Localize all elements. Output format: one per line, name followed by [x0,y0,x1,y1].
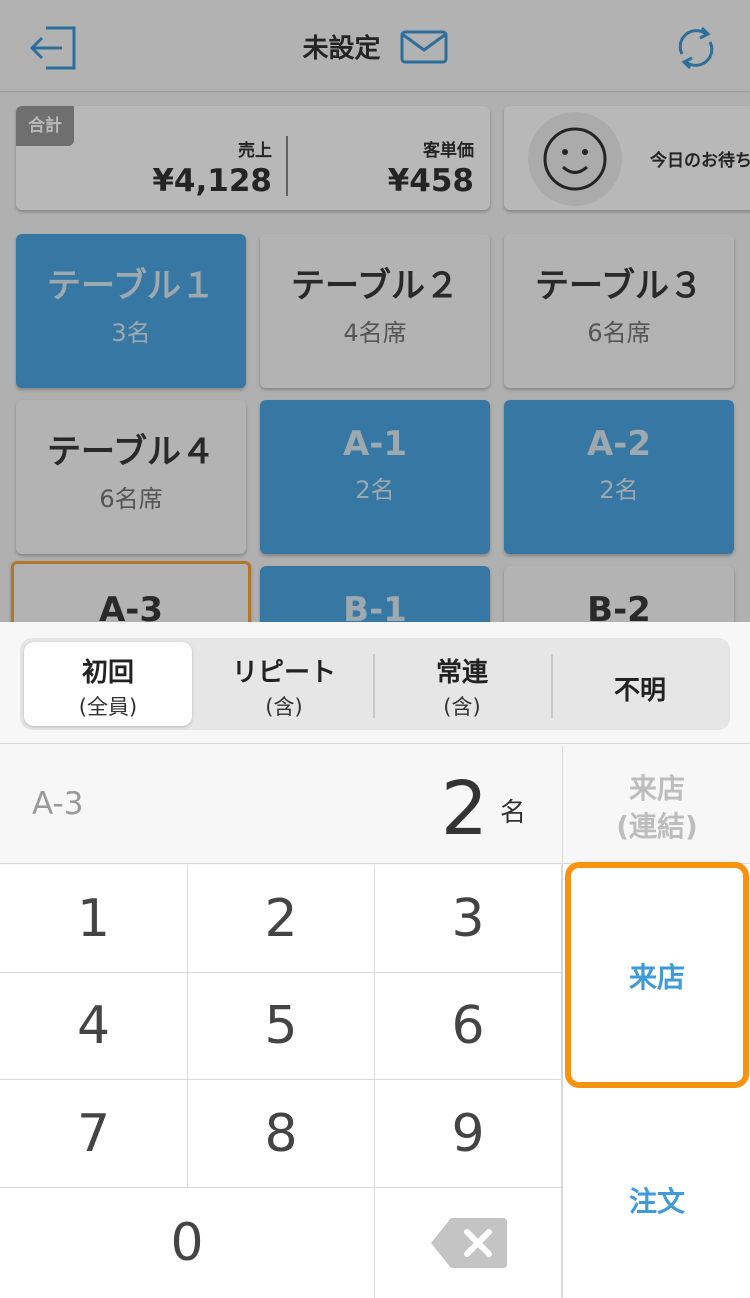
guest-entry-sheet: 初回 (全員) リピート (含) 常連 (含) 不明 A-3 2 名 1 2 3 [0,622,750,1298]
backspace-icon [431,1218,507,1268]
segment-regular[interactable]: 常連 (含) [378,642,546,726]
segment-repeat[interactable]: リピート (含) [200,642,368,726]
key-4[interactable]: 4 [0,973,188,1080]
key-6[interactable]: 6 [375,973,562,1080]
visit-button[interactable]: 来店 [565,862,749,1088]
customer-type-bar: 初回 (全員) リピート (含) 常連 (含) 不明 [0,622,750,744]
key-7[interactable]: 7 [0,1080,188,1188]
key-0[interactable]: 0 [0,1188,375,1298]
key-9[interactable]: 9 [375,1080,562,1188]
selected-table-name: A-3 [32,786,84,822]
segment-sublabel: (全員) [78,695,138,719]
customer-type-segmented-control: 初回 (全員) リピート (含) 常連 (含) 不明 [20,638,730,730]
visit-linked-sublabel: (連結) [616,810,698,843]
order-button[interactable]: 注文 [563,1088,750,1298]
guest-count-display: A-3 2 名 [0,746,562,864]
key-1[interactable]: 1 [0,865,188,973]
segment-unknown[interactable]: 不明 [556,642,724,726]
key-8[interactable]: 8 [188,1080,375,1188]
key-2[interactable]: 2 [188,865,375,973]
key-3[interactable]: 3 [375,865,562,973]
guest-count-unit: 名 [499,798,526,828]
segment-label: 不明 [613,676,666,706]
segment-divider [551,654,553,718]
key-5[interactable]: 5 [188,973,375,1080]
modal-overlay[interactable] [0,0,750,622]
visit-linked-button[interactable]: 来店 (連結) [563,746,750,864]
backspace-key[interactable] [375,1188,562,1298]
segment-label: 初回 [81,658,134,688]
segment-label: リピート [231,658,336,688]
segment-sublabel: (含) [265,695,303,719]
segment-sublabel: (含) [443,695,481,719]
segment-label: 常連 [435,658,488,688]
action-column: 来店 (連結) 来店 注文 [562,746,750,1298]
segment-divider [373,654,375,718]
visit-linked-label: 来店 [628,772,685,805]
number-keypad: 1 2 3 4 5 6 7 8 9 0 [0,865,562,1298]
guest-count-value: 2 [440,766,488,852]
segment-first-visit[interactable]: 初回 (全員) [24,642,192,726]
